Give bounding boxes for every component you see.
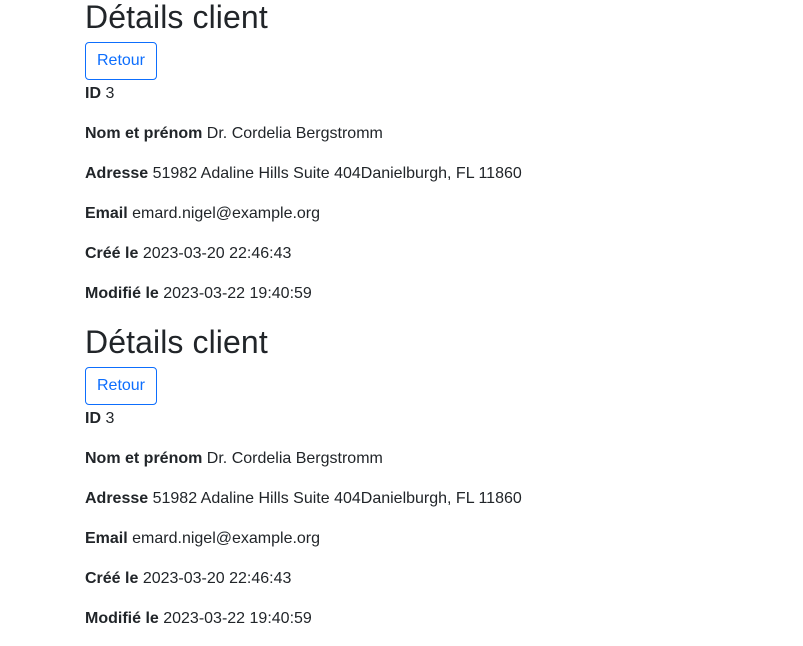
field-label: Adresse <box>85 490 149 507</box>
field-label: Email <box>85 205 128 222</box>
field-value: 2023-03-22 19:40:59 <box>163 610 312 627</box>
client-details-section: Détails client Retour ID 3 Nom et prénom… <box>85 321 785 646</box>
field-created-at: Créé le 2023-03-20 22:46:43 <box>85 242 785 266</box>
field-value: 51982 Adaline Hills Suite 404Danielburgh… <box>152 490 522 507</box>
field-label: Email <box>85 530 128 547</box>
field-value: Dr. Cordelia Bergstromm <box>206 125 383 142</box>
field-name: Nom et prénom Dr. Cordelia Bergstromm <box>85 447 785 471</box>
field-label: ID <box>85 410 101 427</box>
client-fields: ID 3 Nom et prénom Dr. Cordelia Bergstro… <box>85 407 785 631</box>
page-title: Détails client <box>85 324 268 360</box>
field-email: Email emard.nigel@example.org <box>85 202 785 226</box>
field-value: 2023-03-20 22:46:43 <box>142 570 292 587</box>
field-value: 2023-03-20 22:46:43 <box>142 245 292 262</box>
back-button[interactable]: Retour <box>85 367 157 405</box>
field-value: Dr. Cordelia Bergstromm <box>206 450 383 467</box>
field-address: Adresse 51982 Adaline Hills Suite 404Dan… <box>85 487 785 511</box>
field-value: emard.nigel@example.org <box>132 530 321 547</box>
field-address: Adresse 51982 Adaline Hills Suite 404Dan… <box>85 162 785 186</box>
back-button[interactable]: Retour <box>85 42 157 80</box>
field-label: Adresse <box>85 165 149 182</box>
field-updated-at: Modifié le 2023-03-22 19:40:59 <box>85 282 785 306</box>
field-value: 2023-03-22 19:40:59 <box>163 285 312 302</box>
field-label: Nom et prénom <box>85 450 203 467</box>
field-email: Email emard.nigel@example.org <box>85 527 785 551</box>
field-value: emard.nigel@example.org <box>132 205 321 222</box>
field-label: Nom et prénom <box>85 125 203 142</box>
field-id: ID 3 <box>85 407 785 431</box>
field-name: Nom et prénom Dr. Cordelia Bergstromm <box>85 122 785 146</box>
field-value: 3 <box>105 85 115 102</box>
field-label: Créé le <box>85 245 139 262</box>
field-label: Modifié le <box>85 610 159 627</box>
field-created-at: Créé le 2023-03-20 22:46:43 <box>85 567 785 591</box>
field-updated-at: Modifié le 2023-03-22 19:40:59 <box>85 607 785 631</box>
field-id: ID 3 <box>85 82 785 106</box>
field-label: Modifié le <box>85 285 159 302</box>
field-value: 51982 Adaline Hills Suite 404Danielburgh… <box>152 165 522 182</box>
field-value: 3 <box>105 410 115 427</box>
field-label: ID <box>85 85 101 102</box>
client-details-section: Détails client Retour ID 3 Nom et prénom… <box>85 0 785 321</box>
page-content: Détails client Retour ID 3 Nom et prénom… <box>85 0 785 646</box>
field-label: Créé le <box>85 570 139 587</box>
client-fields: ID 3 Nom et prénom Dr. Cordelia Bergstro… <box>85 82 785 306</box>
page-title: Détails client <box>85 0 268 35</box>
